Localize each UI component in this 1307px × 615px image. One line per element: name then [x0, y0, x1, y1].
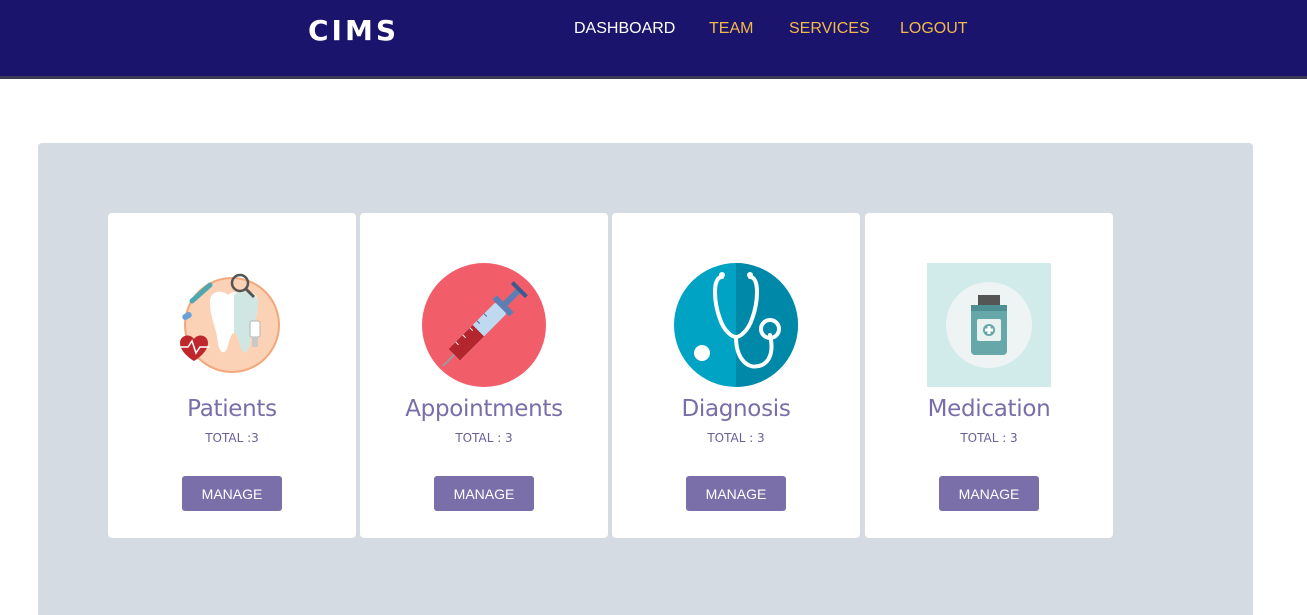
top-navbar: CIMS DASHBOARD TEAM SERVICES LOGOUT	[0, 0, 1307, 79]
card-title: Diagnosis	[681, 396, 791, 422]
stethoscope-icon	[674, 263, 798, 387]
nav-team[interactable]: TEAM	[709, 20, 753, 38]
card-total: TOTAL : 3	[455, 431, 513, 445]
nav-dashboard[interactable]: DASHBOARD	[574, 20, 675, 38]
card-title: Medication	[927, 396, 1051, 422]
card-diagnosis: Diagnosis TOTAL : 3 MANAGE	[612, 213, 860, 538]
nav-services[interactable]: SERVICES	[789, 20, 870, 38]
card-total: TOTAL : 3	[707, 431, 765, 445]
manage-medication-button[interactable]: MANAGE	[939, 476, 1039, 511]
medicine-bottle-icon	[927, 263, 1051, 387]
manage-patients-button[interactable]: MANAGE	[182, 476, 282, 511]
card-title: Patients	[187, 396, 277, 422]
card-patients: Patients TOTAL :3 MANAGE	[108, 213, 356, 538]
card-total: TOTAL :3	[205, 431, 259, 445]
card-appointments: Appointments TOTAL : 3 MANAGE	[360, 213, 608, 538]
card-total: TOTAL : 3	[960, 431, 1018, 445]
manage-diagnosis-button[interactable]: MANAGE	[686, 476, 786, 511]
dashboard-panel: Patients TOTAL :3 MANAGE Appointments TO…	[38, 143, 1253, 615]
nav-logout[interactable]: LOGOUT	[900, 20, 968, 38]
manage-appointments-button[interactable]: MANAGE	[434, 476, 534, 511]
syringe-icon	[422, 263, 546, 387]
tooth-medical-icon	[178, 273, 280, 373]
card-title: Appointments	[405, 396, 563, 422]
card-medication: Medication TOTAL : 3 MANAGE	[865, 213, 1113, 538]
brand-logo[interactable]: CIMS	[308, 14, 399, 47]
